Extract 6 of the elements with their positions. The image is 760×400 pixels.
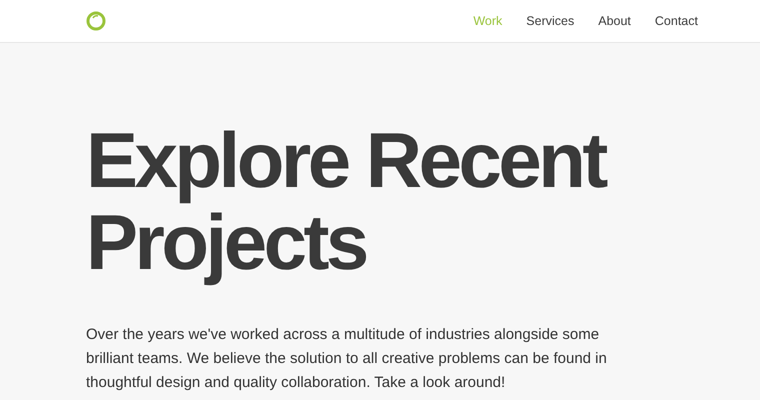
intro-paragraph: Over the years we've worked across a multitude of industries alongside some brilliant teams. We believe the solution to all creative problems can be found in thoughtful design and quality collaboration. Take a look around!: [86, 325, 608, 393]
nav-link[interactable]: Services: [526, 14, 574, 28]
page-heading: Explore Recent Projects: [86, 119, 606, 283]
nav-link[interactable]: About: [598, 14, 631, 28]
logo-icon[interactable]: [86, 11, 106, 31]
nav-link[interactable]: Contact: [654, 14, 698, 28]
